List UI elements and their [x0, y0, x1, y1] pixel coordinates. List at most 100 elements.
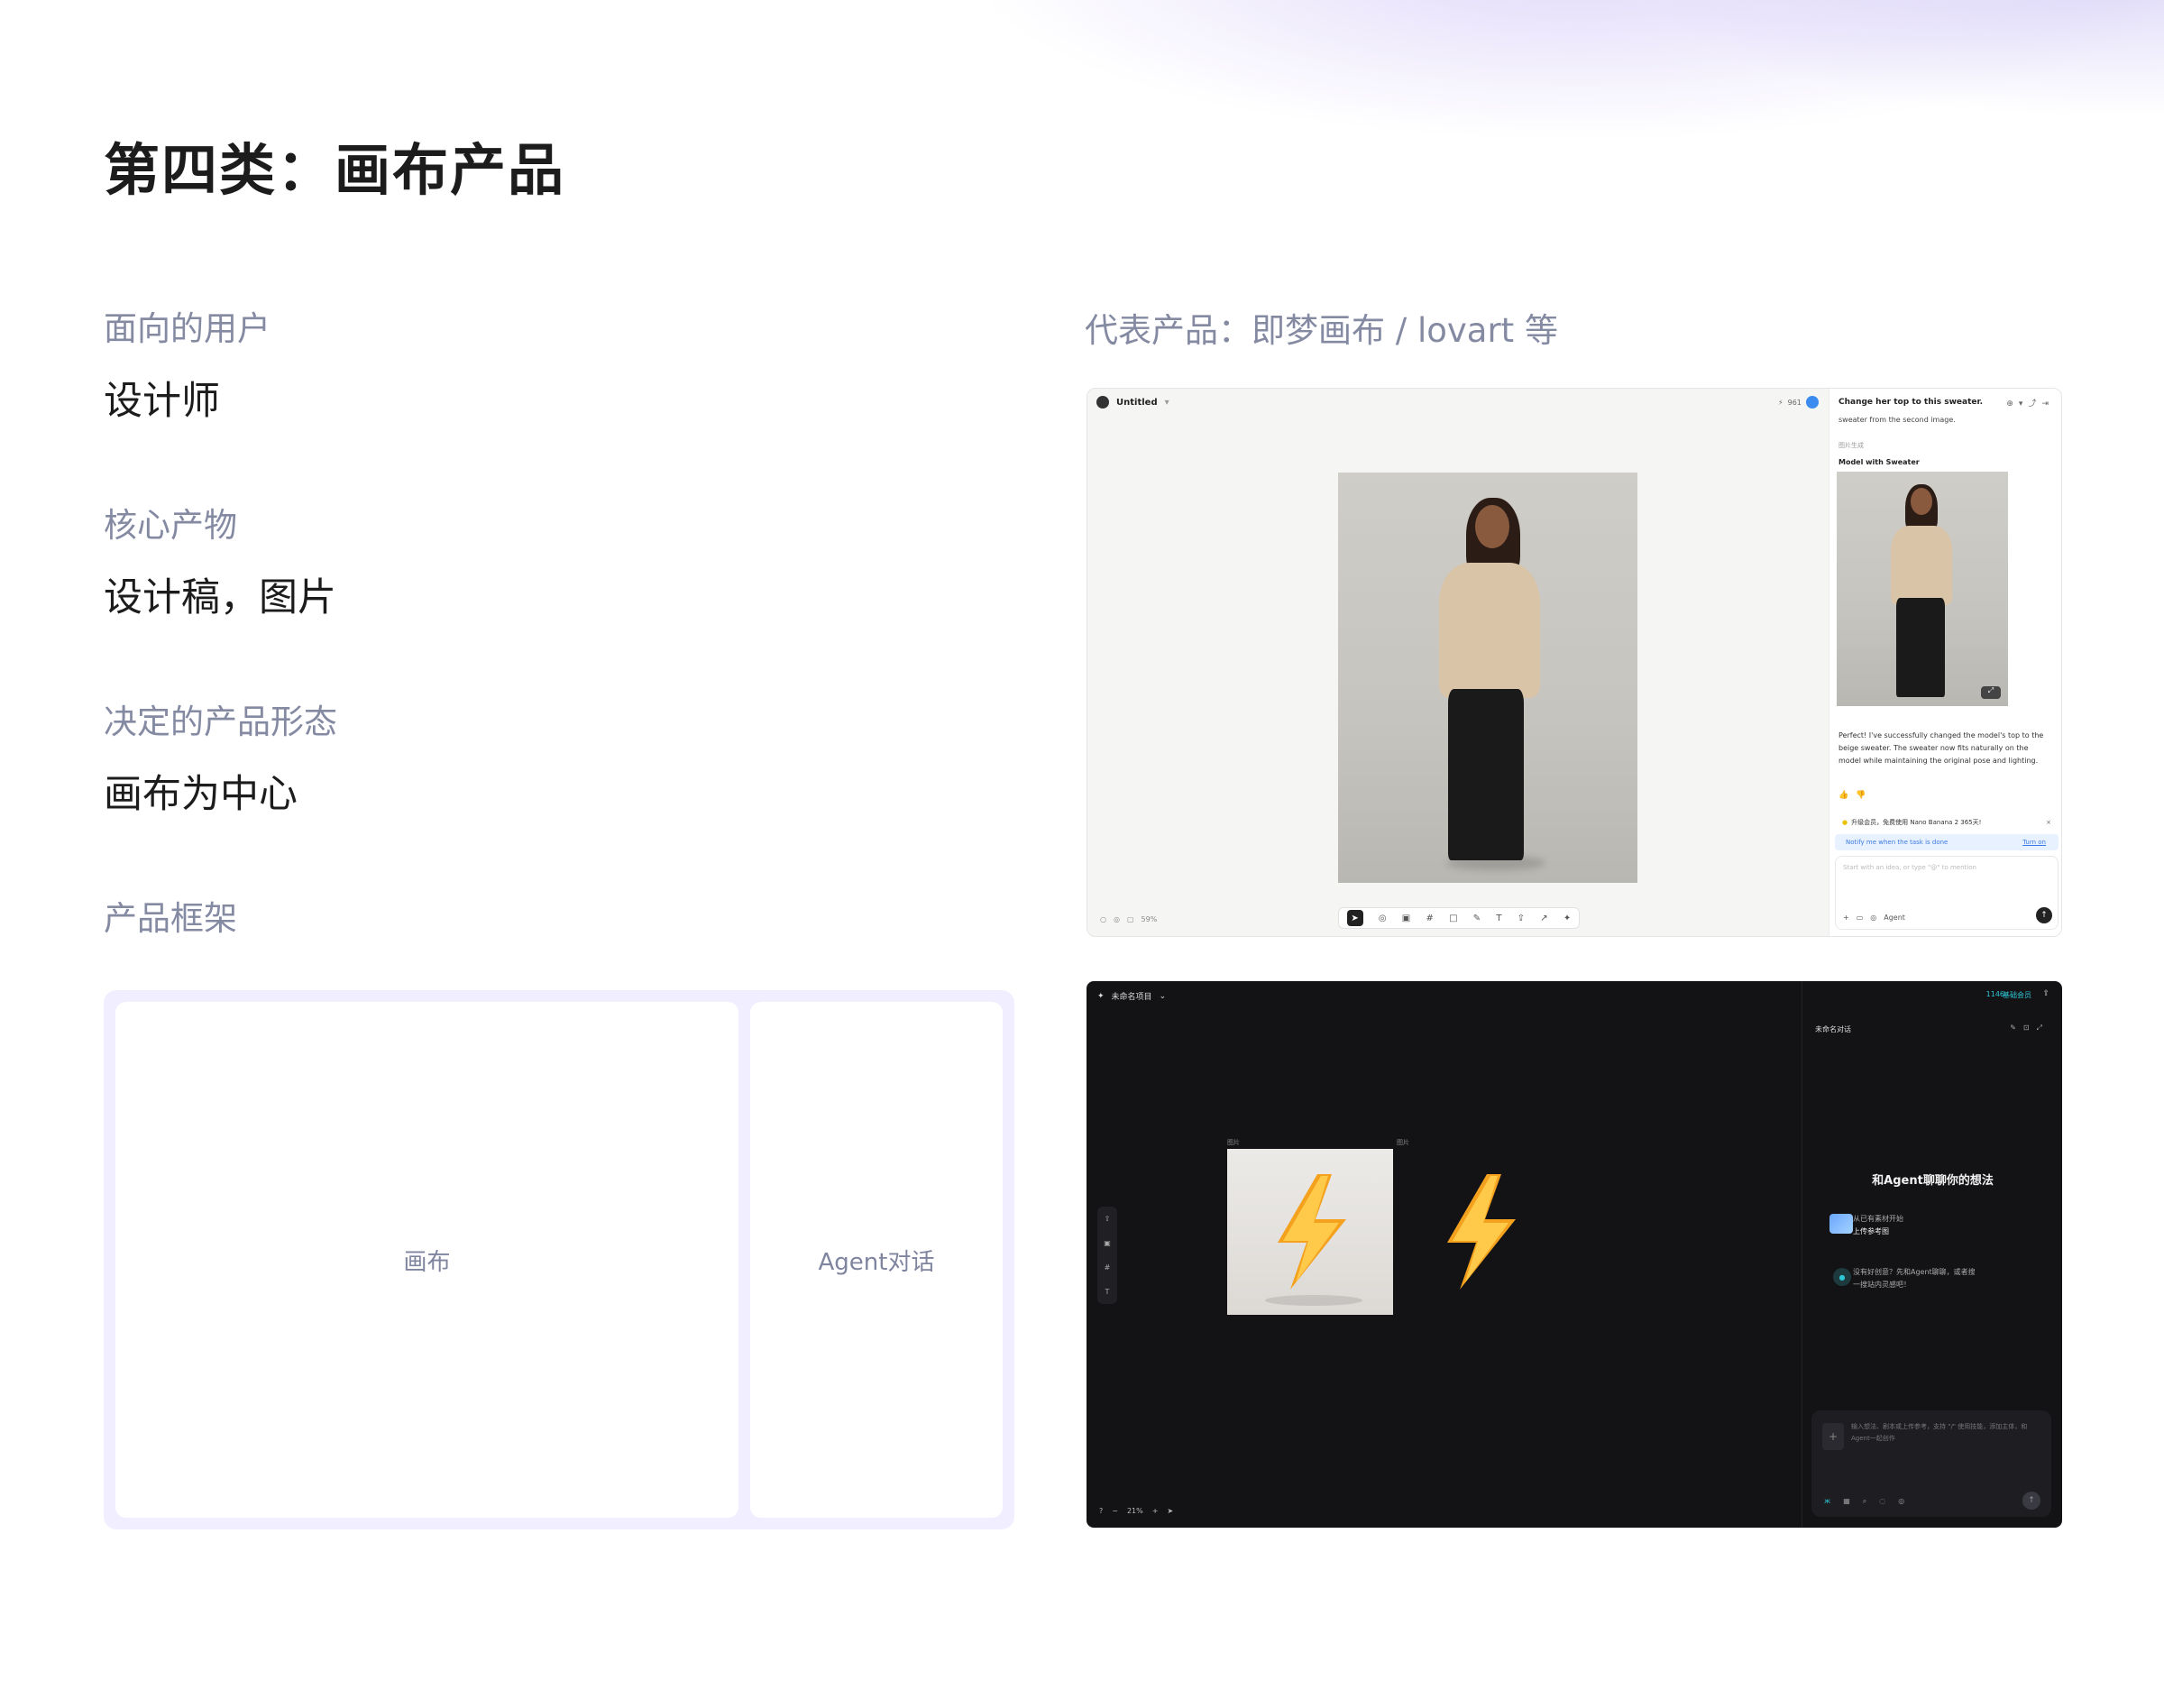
zoom-controls: ? − 21% + ➤: [1099, 1507, 1173, 1515]
chat-header-icons[interactable]: ⊕▾⤴⇥: [2006, 397, 2054, 409]
send-icon[interactable]: ↑: [2036, 907, 2052, 923]
grid-icon[interactable]: ▦: [1843, 1497, 1850, 1506]
lightning-bolt-icon[interactable]: [1397, 1149, 1563, 1315]
frame-icon[interactable]: #: [1426, 914, 1433, 923]
chat-input-box[interactable]: + 输入想法、剧本或上传参考，支持 "/" 使用技能，添加主体，和Agent一起…: [1811, 1410, 2051, 1517]
stack-icon[interactable]: ◎: [1114, 915, 1120, 923]
canvas-image-model[interactable]: [1338, 473, 1637, 883]
framework-agent-panel: Agent对话: [750, 1002, 1003, 1518]
bolt-icon: ⚡: [1778, 398, 1783, 407]
frame-icon[interactable]: #: [1105, 1263, 1111, 1272]
upload-icon[interactable]: ⇪: [1518, 914, 1525, 923]
chat-prompt-title: Change her top to this sweater.: [1838, 398, 1984, 407]
plus-icon[interactable]: +: [1843, 914, 1849, 922]
zoom-in-icon[interactable]: +: [1152, 1507, 1159, 1515]
search-icon[interactable]: ⌕: [1863, 1497, 1866, 1506]
notify-banner: Notify me when the task is done Turn on: [1835, 834, 2059, 850]
expand-icon[interactable]: ⤢: [1981, 686, 2001, 699]
pen-icon[interactable]: ✎: [1473, 914, 1481, 923]
close-icon[interactable]: ×: [2046, 819, 2051, 826]
send-icon[interactable]: ↑: [2022, 1492, 2040, 1510]
credits-display: ⚡ 961: [1778, 396, 1819, 409]
text-icon[interactable]: T: [1496, 914, 1501, 923]
option-chat-with-agent[interactable]: 没有好创意？先和Agent聊聊，或者搜一搜站内灵感吧！: [1853, 1266, 1979, 1291]
chevron-down-icon[interactable]: ⌄: [1160, 992, 1167, 1001]
screenshot-dark-canvas-app: ✦ 未命名项目 ⌄ 1146 基础会员 ⇪ ⇧ ▣ # T 图片 图片 ? − …: [1087, 981, 2062, 1528]
upload-icon[interactable]: ⇧: [1105, 1215, 1111, 1223]
feedback-icons[interactable]: 👍👎: [1838, 791, 1873, 800]
layers-icon[interactable]: ○: [1100, 915, 1106, 923]
grid-icon[interactable]: ▢: [1127, 915, 1134, 923]
result-image[interactable]: ⤢: [1837, 472, 2008, 706]
image-icon[interactable]: ▣: [1402, 914, 1410, 923]
chat-welcome: 和Agent聊聊你的想法: [1872, 1174, 1994, 1188]
chat-input-box[interactable]: Start with an idea, or type "@" to menti…: [1835, 856, 2059, 930]
chat-input-toolbar: + ▭ ◎ Agent: [1843, 914, 1905, 922]
chat-title[interactable]: 未命名对话: [1815, 1024, 1851, 1034]
avatar[interactable]: [1805, 396, 1819, 409]
target-icon[interactable]: ◎: [1898, 1497, 1904, 1506]
task-tag: 图片生成: [1838, 442, 1864, 449]
canvas-image-bolt-1[interactable]: [1227, 1149, 1393, 1315]
square-icon[interactable]: □: [1449, 914, 1457, 923]
chat-header-icons[interactable]: ✎⊡⤢: [2010, 1024, 2049, 1033]
promo-banner[interactable]: ● 升级会员，免费使用 Nano Banana 2 365天! ×: [1835, 814, 2059, 831]
export-icon[interactable]: ↗: [1540, 914, 1547, 923]
canvas-bottom-controls: ○ ◎ ▢ 59%: [1100, 915, 1157, 923]
label-product-form: 决定的产品形态: [104, 702, 337, 741]
agent-chat-panel: Change her top to this sweater. ⊕▾⤴⇥ swe…: [1829, 389, 2061, 936]
framework-diagram: 画布 Agent对话: [104, 990, 1014, 1529]
label-target-users: 面向的用户: [104, 309, 270, 348]
sticker-icon[interactable]: ✦: [1563, 914, 1571, 923]
result-title: Model with Sweater: [1838, 458, 1920, 466]
chevron-down-icon[interactable]: ▾: [1165, 398, 1169, 408]
chat-bubble-icon: ●: [1833, 1268, 1851, 1286]
help-icon[interactable]: ?: [1099, 1507, 1103, 1515]
framework-agent-label: Agent对话: [818, 1248, 935, 1276]
image-icon: [1829, 1214, 1853, 1234]
zoom-level: 21%: [1126, 1507, 1143, 1515]
upload-reference-link[interactable]: 上传参考图: [1853, 1226, 1889, 1236]
option-start-from-assets: 从已有素材开始: [1853, 1215, 1903, 1223]
framework-canvas-panel: 画布: [115, 1002, 738, 1518]
label-product-framework: 产品框架: [104, 899, 237, 938]
zoom-out-icon[interactable]: −: [1112, 1507, 1118, 1515]
bulb-icon[interactable]: ◌: [1879, 1497, 1885, 1506]
app-logo-icon[interactable]: ✦: [1097, 992, 1105, 1001]
top-bar: Untitled ▾: [1096, 396, 1169, 409]
star-icon: ●: [1842, 819, 1848, 826]
agent-chat-panel: 未命名对话 ✎⊡⤢ 和Agent聊聊你的想法 从已有素材开始 上传参考图 ● 没…: [1802, 981, 2062, 1528]
chat-input-placeholder: 输入想法、剧本或上传参考，支持 "/" 使用技能，添加主体，和Agent一起创作: [1851, 1423, 2028, 1442]
zoom-level[interactable]: 59%: [1142, 915, 1158, 923]
agent-mode-icon[interactable]: ◎: [1870, 914, 1876, 922]
doc-title[interactable]: Untitled: [1116, 398, 1158, 408]
value-target-users: 设计师: [104, 379, 220, 424]
app-logo-icon[interactable]: [1096, 396, 1109, 409]
image-icon[interactable]: ▣: [1104, 1239, 1111, 1247]
chat-input-toolbar: ж ▦ ⌕ ◌ ◎: [1824, 1497, 1904, 1506]
promo-text: 升级会员，免费使用 Nano Banana 2 365天!: [1851, 819, 1982, 826]
label-core-output: 核心产物: [104, 506, 237, 545]
pointer-icon[interactable]: ➤: [1167, 1507, 1173, 1515]
add-attachment-icon[interactable]: +: [1822, 1423, 1844, 1450]
agent-mode-label[interactable]: Agent: [1884, 914, 1905, 922]
agent-icon[interactable]: ж: [1824, 1497, 1830, 1506]
canvas-toolbar: ➤ ◎ ▣ # □ ✎ T ⇪ ↗ ✦: [1338, 907, 1580, 929]
text-icon[interactable]: T: [1105, 1288, 1110, 1296]
value-product-form: 画布为中心: [104, 772, 298, 817]
side-toolbar: ⇧ ▣ # T: [1097, 1207, 1117, 1304]
layout-icon[interactable]: ▭: [1857, 914, 1864, 922]
circle-icon[interactable]: ◎: [1379, 914, 1387, 923]
project-title[interactable]: 未命名项目: [1112, 990, 1152, 1002]
turn-on-link[interactable]: Turn on: [2022, 839, 2046, 846]
image-label-1: 图片: [1227, 1139, 1240, 1146]
lightning-bolt-icon: [1265, 1174, 1362, 1306]
chat-input-placeholder: Start with an idea, or type "@" to menti…: [1843, 864, 1976, 871]
credits-count: 961: [1787, 398, 1802, 407]
image-label-2: 图片: [1397, 1139, 1409, 1146]
chat-prompt-subtitle: sweater from the second image.: [1838, 416, 1956, 424]
notify-text: Notify me when the task is done: [1846, 839, 1949, 846]
framework-canvas-label: 画布: [403, 1248, 451, 1276]
page-title: 第四类：画布产品: [104, 137, 566, 203]
pointer-icon[interactable]: ➤: [1346, 910, 1363, 926]
